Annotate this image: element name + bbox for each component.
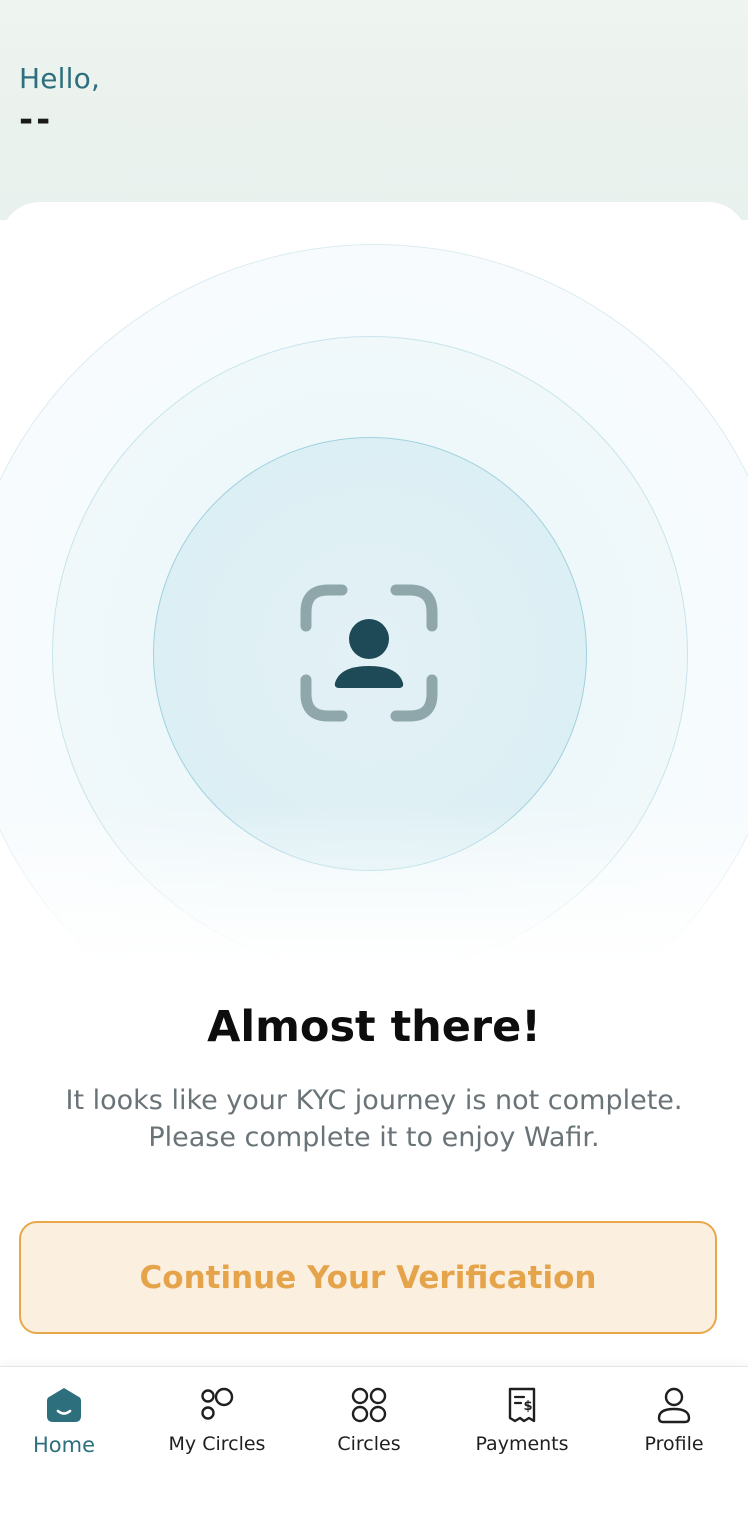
face-scan-icon (300, 584, 438, 722)
kyc-message-line-2: Please complete it to enjoy Wafir. (148, 1122, 600, 1153)
home-icon (47, 1388, 81, 1422)
rings-fade (0, 802, 748, 972)
profile-icon (657, 1387, 691, 1424)
my-circles-icon (201, 1387, 234, 1420)
pulse-rings (0, 202, 748, 972)
nav-label-circles: Circles (337, 1433, 401, 1455)
continue-verification-button[interactable]: Continue Your Verification (19, 1221, 717, 1334)
nav-item-my-circles[interactable]: My Circles (147, 1385, 287, 1485)
nav-label-profile: Profile (644, 1433, 704, 1455)
kyc-message: It looks like your KYC journey is not co… (30, 1082, 718, 1156)
nav-item-payments[interactable]: $ Payments (452, 1385, 592, 1485)
nav-item-circles[interactable]: Circles (299, 1385, 439, 1485)
home-screen: Hello, -- Almost there! It looks like yo (0, 0, 748, 1531)
bottom-navigation: Home My Circles Circles $ Payments Profi… (0, 1366, 748, 1531)
kyc-card: Almost there! It looks like your KYC jou… (0, 202, 748, 1382)
greeting-text: Hello, (19, 62, 101, 95)
svg-text:$: $ (523, 1399, 532, 1414)
kyc-message-line-1: It looks like your KYC journey is not co… (65, 1085, 683, 1116)
nav-item-home[interactable]: Home (0, 1385, 134, 1485)
nav-label-home: Home (32, 1433, 95, 1457)
nav-label-payments: Payments (475, 1433, 569, 1455)
payments-receipt-icon: $ (508, 1387, 536, 1423)
nav-item-profile[interactable]: Profile (604, 1385, 744, 1485)
nav-label-my-circles: My Circles (168, 1433, 266, 1455)
circles-icon (351, 1387, 387, 1423)
kyc-title: Almost there! (207, 1002, 541, 1052)
user-name: -- (19, 100, 54, 140)
